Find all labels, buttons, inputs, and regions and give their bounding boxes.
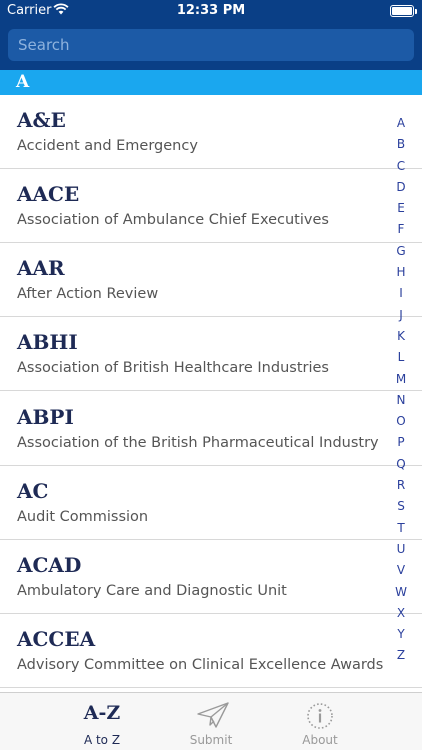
acronym-meaning: Association of British Healthcare Indust… [17,360,329,376]
index-letter-e[interactable]: E [390,198,412,219]
list-item[interactable]: AAR After Action Review [0,243,422,317]
index-letter-d[interactable]: D [390,177,412,198]
list-item[interactable]: ACCEA Advisory Committee on Clinical Exc… [0,614,422,688]
index-letter-v[interactable]: V [390,560,412,581]
index-letter-o[interactable]: O [390,411,412,432]
index-letter-r[interactable]: R [390,475,412,496]
index-letter-x[interactable]: X [390,603,412,624]
index-letter-h[interactable]: H [390,262,412,283]
acronym: AC [17,479,49,503]
list-item[interactable]: ABHI Association of British Healthcare I… [0,317,422,391]
index-letter-q[interactable]: Q [390,454,412,475]
clock: 12:33 PM [176,3,246,18]
index-letter-c[interactable]: C [390,156,412,177]
acronym-meaning: Audit Commission [17,509,149,525]
index-letter-f[interactable]: F [390,219,412,240]
index-letter-s[interactable]: S [390,496,412,517]
list-item[interactable]: AC Audit Commission [0,466,422,540]
tab-label: A to Z [83,733,121,747]
list-item[interactable]: ACAD Ambulatory Care and Diagnostic Unit [0,540,422,614]
az-icon: A-Z [83,702,121,724]
index-letter-g[interactable]: G [390,241,412,262]
tab-label: Submit [189,733,233,747]
index-letter-w[interactable]: W [390,582,412,603]
acronym: A&E [17,108,66,132]
acronym: ACAD [17,553,82,577]
section-header: A [0,70,422,95]
index-letter-m[interactable]: M [390,369,412,390]
app-header: Carrier 12:33 PM Search [0,0,422,70]
tab-bar: A-Z A to Z Submit About [0,692,422,750]
acronym-meaning: Ambulatory Care and Diagnostic Unit [17,583,287,599]
acronym: ABHI [17,330,78,354]
acronym-meaning: Advisory Committee on Clinical Excellenc… [17,657,384,673]
list-item[interactable]: A&E Accident and Emergency [0,95,422,169]
index-letter-y[interactable]: Y [390,624,412,645]
paper-plane-icon [197,702,229,728]
info-icon [307,703,333,729]
search-bar[interactable]: Search [8,29,414,61]
acronym: ABPI [17,405,74,429]
acronym-meaning: Accident and Emergency [17,138,198,154]
index-letter-b[interactable]: B [390,134,412,155]
tab-about[interactable]: About [275,693,365,750]
acronym: AACE [17,182,80,206]
acronym-meaning: Association of Ambulance Chief Executive… [17,212,329,228]
acronym-meaning: After Action Review [17,286,159,302]
index-letter-n[interactable]: N [390,390,412,411]
index-letter-l[interactable]: L [390,347,412,368]
tab-a-to-z[interactable]: A-Z A to Z [57,693,147,750]
index-letter-t[interactable]: T [390,518,412,539]
tab-label: About [302,733,338,747]
index-letter-u[interactable]: U [390,539,412,560]
acronym-meaning: Association of the British Pharmaceutica… [17,435,379,451]
acronym: AAR [17,256,65,280]
list-item[interactable]: AACE Association of Ambulance Chief Exec… [0,169,422,243]
index-letter-k[interactable]: K [390,326,412,347]
tab-submit[interactable]: Submit [166,693,256,750]
index-letter-i[interactable]: I [390,283,412,304]
acronym-list[interactable]: A&E Accident and Emergency AACE Associat… [0,95,422,692]
battery-icon [390,5,417,17]
list-item[interactable]: ABPI Association of the British Pharmace… [0,392,422,466]
index-letter-j[interactable]: J [390,305,412,326]
search-placeholder: Search [18,36,70,54]
alphabet-index[interactable]: A B C D E F G H I J K L M N O P Q R S T … [390,113,412,667]
index-letter-z[interactable]: Z [390,645,412,666]
index-letter-p[interactable]: P [390,432,412,453]
status-bar: Carrier 12:33 PM [0,0,422,22]
acronym: ACCEA [17,627,96,651]
section-letter: A [16,72,30,92]
index-letter-a[interactable]: A [390,113,412,134]
